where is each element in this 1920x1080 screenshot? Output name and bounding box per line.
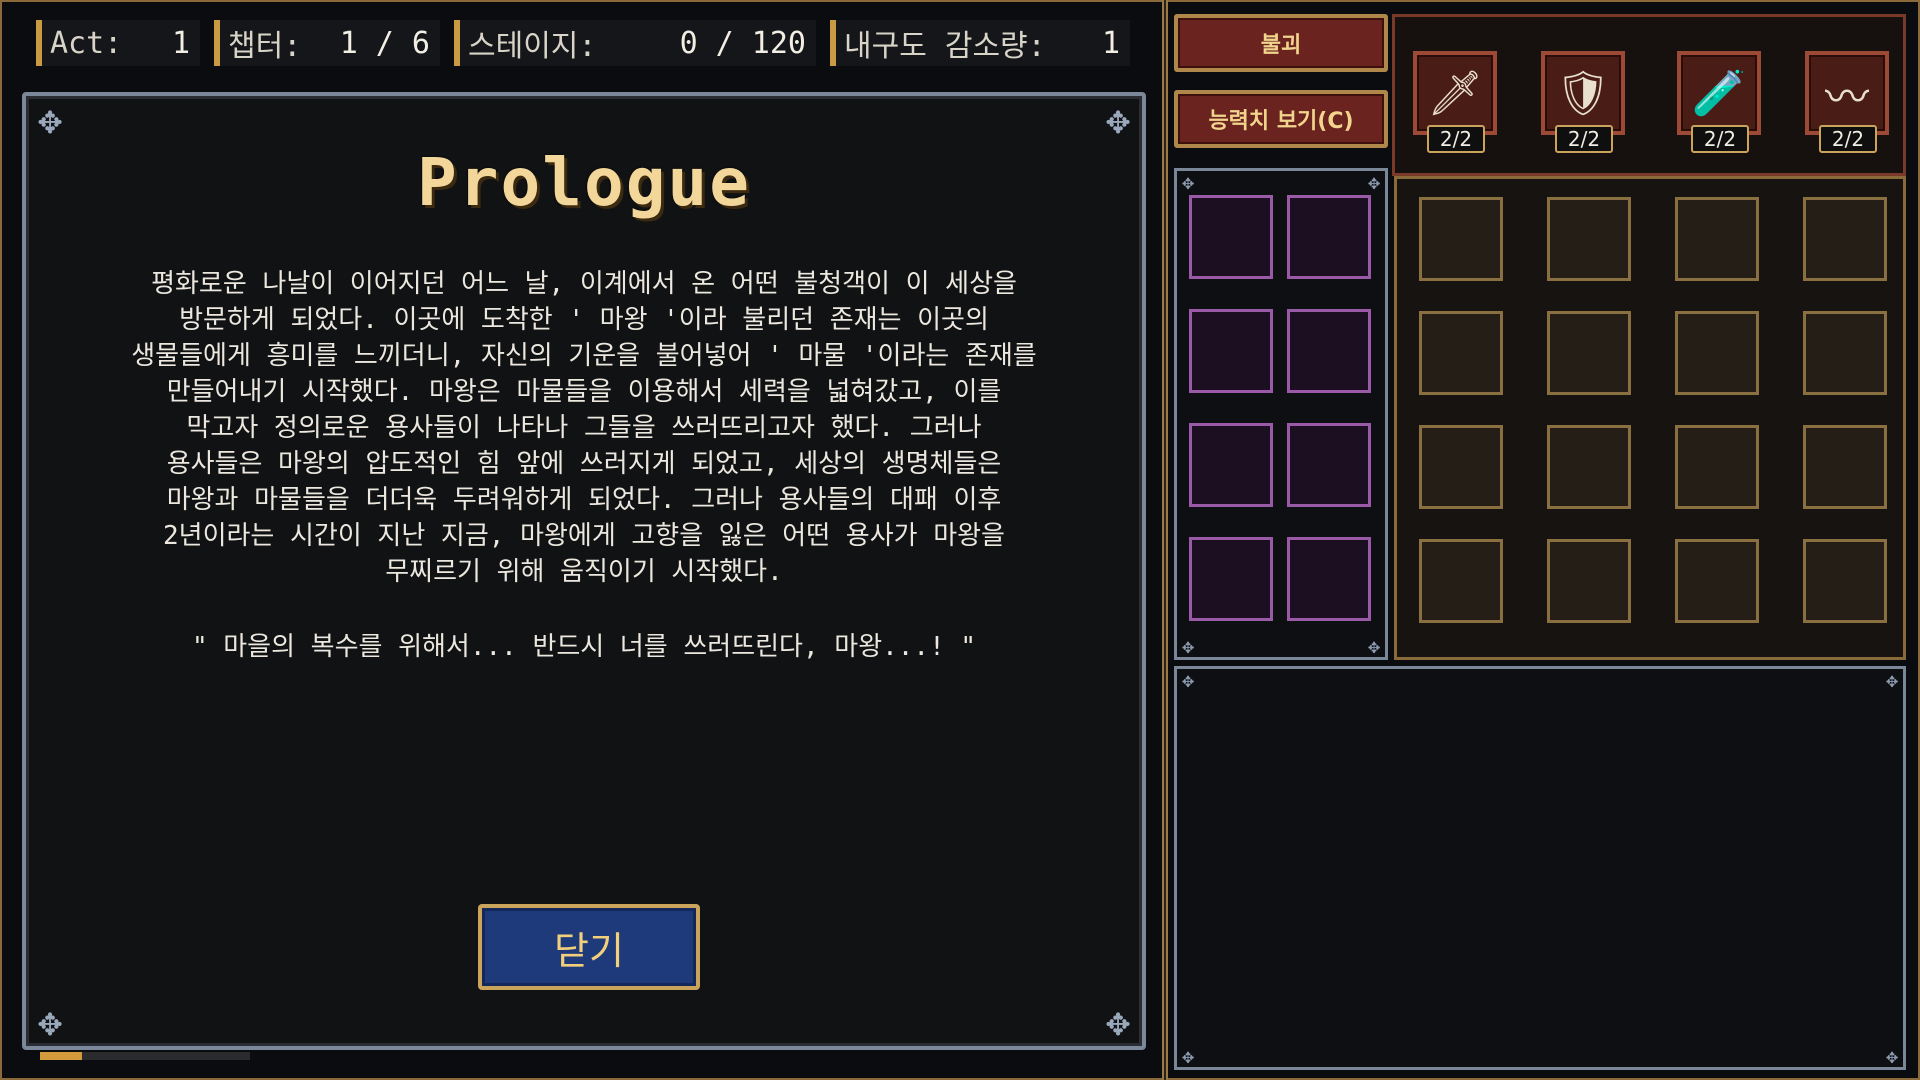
inventory-slot[interactable] (1547, 311, 1631, 395)
prologue-quote: " 마을의 복수를 위해서... 반드시 너를 쓰러뜨린다, 마왕...! " (191, 632, 977, 662)
surrender-button[interactable]: 불괴 (1174, 14, 1388, 72)
inventory-slot[interactable] (1803, 311, 1887, 395)
inventory-slot[interactable] (1419, 539, 1503, 623)
equipment-slot-potion[interactable]: 🧪 (1677, 51, 1761, 135)
ornament-corner-icon: ✥ (1367, 634, 1381, 658)
prologue-panel: ✥ ✥ ✥ ✥ Prologue 평화로운 나날이 이어지던 어느 날, 이계에… (22, 92, 1146, 1050)
inventory-slot[interactable] (1675, 311, 1759, 395)
inventory-slot[interactable] (1675, 539, 1759, 623)
inventory-slot[interactable] (1419, 197, 1503, 281)
inventory-slot[interactable] (1419, 311, 1503, 395)
ornament-corner-icon: ✥ (1181, 634, 1195, 658)
ornament-corner-icon: ✥ (37, 97, 63, 143)
progress-bar (40, 1052, 250, 1060)
inventory-panel (1394, 176, 1906, 660)
equipment-panel: 🗡 2/2 🛡 2/2 🧪 2/2 〰 2/2 (1392, 14, 1906, 176)
accessory-slot[interactable] (1189, 423, 1273, 507)
stat-stage-label: 스테이지: (468, 29, 597, 64)
sword-icon: 🗡 (1427, 68, 1483, 119)
inventory-slot[interactable] (1675, 425, 1759, 509)
stat-act-value: 1 (171, 25, 190, 61)
accessory-slot[interactable] (1287, 537, 1371, 621)
stat-durability-label: 내구도 감소량: (844, 29, 1046, 64)
stat-chapter-value: 1 / 6 (339, 25, 430, 61)
inventory-slot[interactable] (1803, 539, 1887, 623)
inventory-slot[interactable] (1419, 425, 1503, 509)
equipment-count: 2/2 (1555, 125, 1613, 153)
inventory-slot[interactable] (1547, 539, 1631, 623)
ornament-corner-icon: ✥ (1181, 1044, 1195, 1068)
ornament-corner-icon: ✥ (1181, 668, 1195, 692)
progress-bar-fill (40, 1052, 82, 1060)
equipment-slot-sword[interactable]: 🗡 (1413, 51, 1497, 135)
stat-bar: Act: 1 챕터: 1 / 6 스테이지: 0 / 120 내구도 감소량: … (36, 20, 1130, 66)
stat-stage: 스테이지: 0 / 120 (454, 20, 816, 66)
ornament-corner-icon: ✥ (1105, 999, 1131, 1045)
equipment-count: 2/2 (1691, 125, 1749, 153)
ornament-corner-icon: ✥ (1105, 97, 1131, 143)
accessory-slot[interactable] (1189, 309, 1273, 393)
accessory-slot[interactable] (1287, 195, 1371, 279)
inventory-slot[interactable] (1547, 197, 1631, 281)
view-stats-button[interactable]: 능력치 보기(C) (1174, 90, 1388, 148)
close-button[interactable]: 닫기 (478, 904, 700, 990)
accessory-slot[interactable] (1189, 195, 1273, 279)
stat-durability: 내구도 감소량: 1 (830, 20, 1130, 66)
prologue-story: 평화로운 나날이 이어지던 어느 날, 이계에서 온 어떤 불청객이 이 세상을… (131, 269, 1037, 587)
stat-act: Act: 1 (36, 20, 200, 66)
accessory-slot[interactable] (1287, 309, 1371, 393)
panel-divider (1162, 0, 1168, 1080)
stat-chapter: 챕터: 1 / 6 (214, 20, 440, 66)
inventory-slot[interactable] (1547, 425, 1631, 509)
ornament-corner-icon: ✥ (1367, 170, 1381, 194)
ornament-corner-icon: ✥ (1885, 1044, 1899, 1068)
equipment-count: 2/2 (1427, 125, 1485, 153)
stat-durability-value: 1 (1101, 25, 1120, 61)
stat-act-label: Act: (50, 25, 123, 61)
worm-icon: 〰 (1825, 72, 1869, 123)
equipment-count: 2/2 (1819, 125, 1877, 153)
equipment-slot-armor[interactable]: 🛡 (1541, 51, 1625, 135)
stat-chapter-label: 챕터: (228, 29, 302, 64)
equipment-slot-worm[interactable]: 〰 (1805, 51, 1889, 135)
item-info-panel: ✥ ✥ ✥ ✥ (1174, 666, 1906, 1070)
accessory-slot[interactable] (1287, 423, 1371, 507)
stat-stage-value: 0 / 120 (679, 25, 806, 61)
accessory-slot[interactable] (1189, 537, 1273, 621)
ornament-corner-icon: ✥ (1181, 170, 1195, 194)
inventory-slot[interactable] (1675, 197, 1759, 281)
ornament-corner-icon: ✥ (37, 999, 63, 1045)
armor-icon: 🛡 (1555, 68, 1611, 119)
potion-icon: 🧪 (1691, 68, 1747, 119)
ornament-corner-icon: ✥ (1885, 668, 1899, 692)
inventory-slot[interactable] (1803, 425, 1887, 509)
prologue-title: Prologue (417, 144, 751, 221)
inventory-slot[interactable] (1803, 197, 1887, 281)
accessory-panel: ✥ ✥ ✥ ✥ (1174, 168, 1388, 660)
